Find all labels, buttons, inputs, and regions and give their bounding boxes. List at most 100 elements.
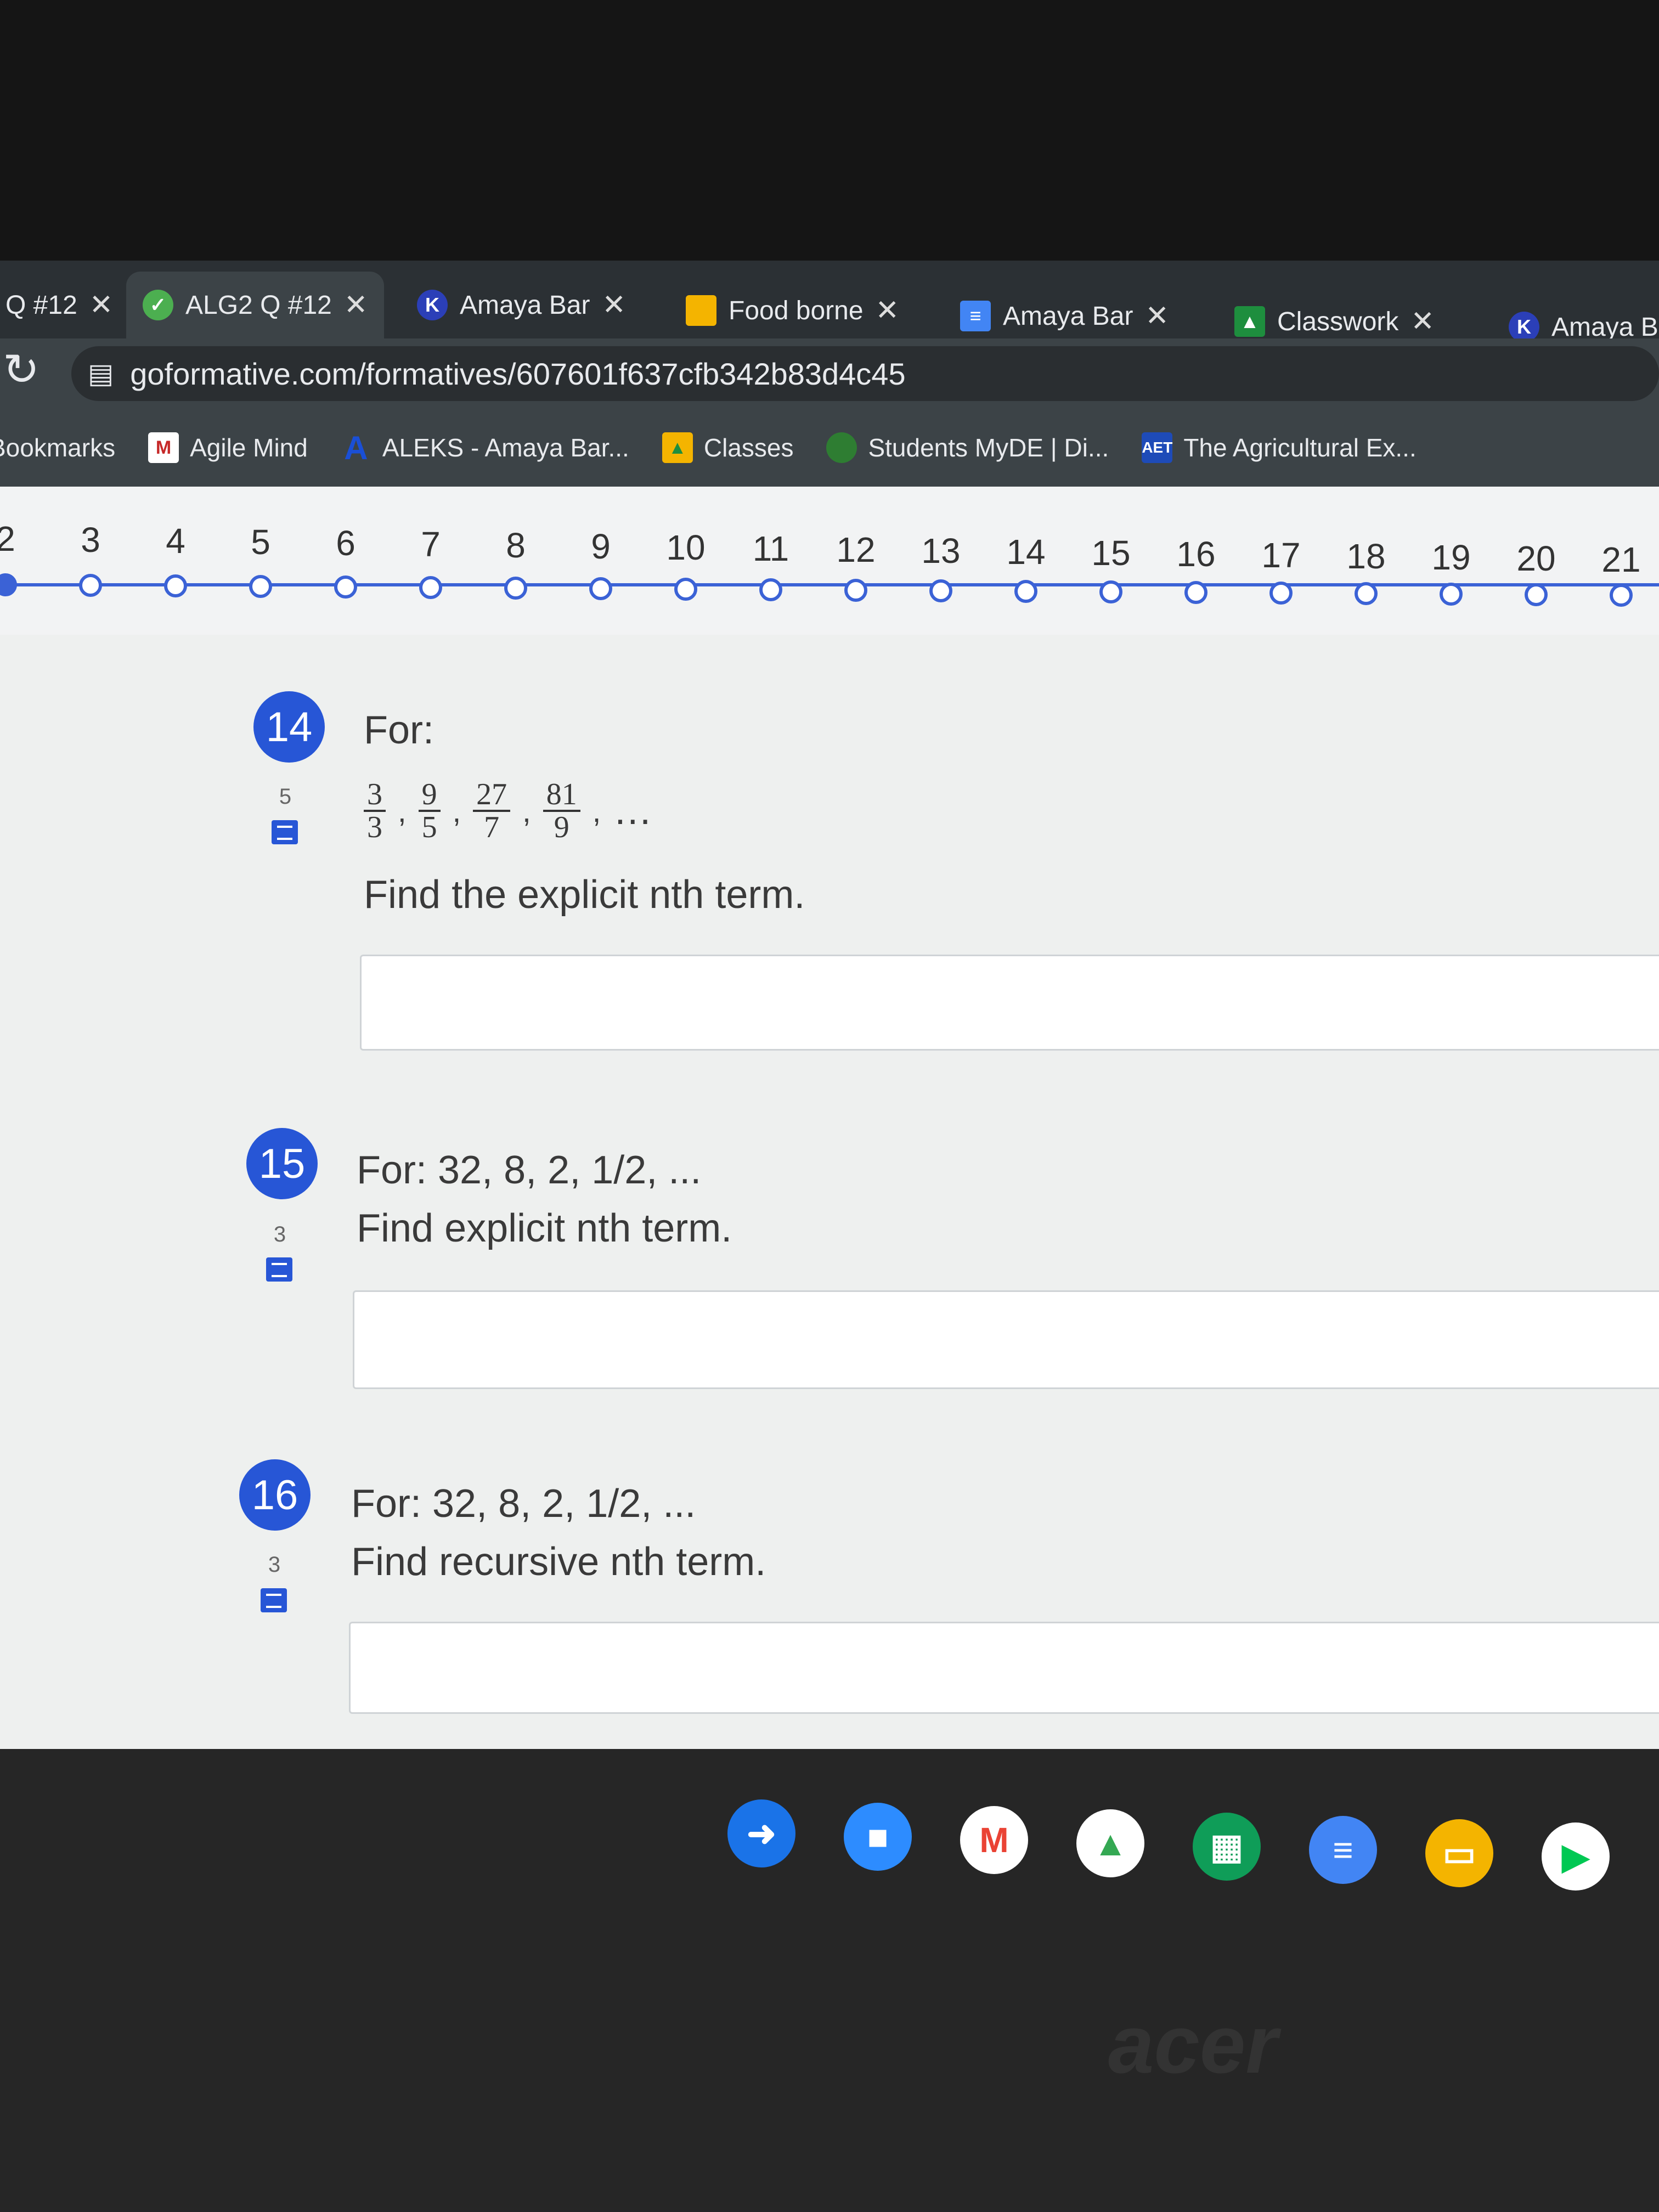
question-nav-dot[interactable] <box>249 575 272 598</box>
bookmark-item[interactable]: A ALEKS - Amaya Bar... <box>341 430 629 466</box>
tab-title: Amaya Bar <box>1003 301 1133 331</box>
zoom-icon[interactable]: ■ <box>844 1803 912 1871</box>
question-nav-dot[interactable] <box>1014 580 1037 603</box>
address-bar-row: ↻ ▤ goformative.com/formatives/607601f637… <box>0 338 1659 409</box>
denominator: 9 <box>554 810 569 844</box>
question-nav-number[interactable]: 7 <box>398 524 464 565</box>
question-nav-dot[interactable] <box>929 579 952 602</box>
question-number-badge[interactable]: 16 <box>239 1459 311 1531</box>
question-nav-dot[interactable] <box>1355 582 1378 605</box>
question-nav-dot[interactable] <box>1184 581 1207 604</box>
question-nav-number[interactable]: 20 <box>1503 538 1569 579</box>
close-icon[interactable]: ✕ <box>89 289 114 321</box>
tab-active[interactable]: ✓ ALG2 Q #12 ✕ <box>126 272 385 338</box>
k-icon: K <box>1509 312 1539 342</box>
question-instruction: Find the explicit nth term. <box>364 873 805 917</box>
gmail-icon[interactable]: M <box>960 1806 1028 1874</box>
bookmark-item[interactable]: M Agile Mind <box>148 432 308 463</box>
question-nav-dot[interactable] <box>759 578 782 601</box>
comment-icon[interactable] <box>272 820 298 844</box>
bookmark-item[interactable]: Students MyDE | Di... <box>826 432 1109 463</box>
points-label: 5 <box>279 785 292 809</box>
question-nav-number[interactable]: 5 <box>228 522 294 562</box>
tab[interactable]: Q #12 ✕ <box>0 272 129 338</box>
question-number-badge[interactable]: 15 <box>246 1128 318 1199</box>
question-number-badge[interactable]: 14 <box>253 691 325 763</box>
question-nav-dot[interactable] <box>1525 583 1548 606</box>
question-nav-number[interactable]: 10 <box>653 527 719 568</box>
question-nav-number[interactable]: 14 <box>993 532 1059 572</box>
question-nav-number[interactable]: 19 <box>1418 537 1484 578</box>
launcher-arrow-icon[interactable]: ➜ <box>727 1799 795 1867</box>
question-nav-dot[interactable] <box>334 575 357 599</box>
fraction: 27 7 <box>473 779 511 843</box>
url-field[interactable]: ▤ goformative.com/formatives/607601f637cf… <box>71 346 1659 401</box>
question-nav-dot[interactable] <box>1269 582 1293 605</box>
numerator: 3 <box>364 779 386 812</box>
sheets-icon[interactable]: ▦ <box>1193 1813 1261 1881</box>
question-nav-dot[interactable] <box>844 579 867 602</box>
denominator: 3 <box>367 810 382 844</box>
docs-icon[interactable]: ≡ <box>1309 1816 1377 1884</box>
question-nav-number[interactable]: 15 <box>1078 533 1144 573</box>
question-nav-number[interactable]: 13 <box>908 531 974 571</box>
bookmark-item[interactable]: ▲ Classes <box>662 432 794 463</box>
question-nav-number[interactable]: 9 <box>568 526 634 567</box>
question-nav-number[interactable]: 6 <box>313 523 379 563</box>
close-icon[interactable]: ✕ <box>876 294 900 327</box>
tab-title: Food borne <box>729 296 864 325</box>
acer-logo: acer <box>1108 1998 1278 2090</box>
question-nav-dot[interactable] <box>1610 584 1633 607</box>
question-nav-number[interactable]: 3 <box>58 520 123 560</box>
tab[interactable]: Food borne ✕ <box>669 277 916 344</box>
slides-icon[interactable]: ▭ <box>1425 1819 1493 1887</box>
tab[interactable]: K Amaya Bar ✕ <box>400 272 642 338</box>
numerator: 81 <box>543 779 580 812</box>
drive-icon[interactable]: ▲ <box>1076 1809 1144 1877</box>
site-info-icon[interactable]: ▤ <box>88 358 114 390</box>
question-nav-dot[interactable] <box>164 574 187 597</box>
tab-title: ALG2 Q #12 <box>185 290 332 320</box>
answer-input[interactable] <box>353 1290 1659 1389</box>
tab-title: Q #12 <box>5 290 77 320</box>
close-icon[interactable]: ✕ <box>602 289 626 321</box>
question-nav-number[interactable]: 8 <box>483 525 549 566</box>
question-nav-number[interactable]: 11 <box>738 528 804 569</box>
bookmark-item[interactable]: Bookmarks <box>0 433 115 462</box>
comment-icon[interactable] <box>261 1588 287 1612</box>
question-instruction: Find recursive nth term. <box>351 1540 766 1584</box>
fraction: 33 <box>364 779 386 843</box>
question-nav-number[interactable]: 18 <box>1333 536 1399 577</box>
question-prompt: For: 32, 8, 2, 1/2, ... <box>351 1482 696 1526</box>
comment-icon[interactable] <box>266 1257 292 1282</box>
question-instruction: Find explicit nth term. <box>357 1206 732 1250</box>
question-nav-dot[interactable] <box>589 577 612 600</box>
question-nav-dot[interactable] <box>504 577 527 600</box>
question-nav-number[interactable]: 21 <box>1588 539 1654 580</box>
question-nav-dot[interactable] <box>1440 583 1463 606</box>
question-nav-number[interactable]: 12 <box>823 529 889 570</box>
question-nav-number[interactable]: 17 <box>1248 535 1314 575</box>
answer-input[interactable] <box>349 1622 1659 1714</box>
numerator: 9 <box>418 779 441 812</box>
question-nav-number[interactable]: 16 <box>1163 534 1229 574</box>
question-nav-dot[interactable] <box>419 576 442 599</box>
bookmark-item[interactable]: AET The Agricultural Ex... <box>1142 432 1417 463</box>
question-nav-dot[interactable] <box>674 578 697 601</box>
play-store-icon[interactable]: ▶ <box>1542 1822 1610 1891</box>
bookmarks-bar: Bookmarks M Agile Mind A ALEKS - Amaya Bar… <box>0 409 1659 487</box>
question-nav-number[interactable]: 2 <box>0 518 38 559</box>
close-icon[interactable]: ✕ <box>1145 300 1169 332</box>
bookmark-label: Students MyDE | Di... <box>868 433 1109 462</box>
answer-input[interactable] <box>360 955 1659 1051</box>
bookmark-label: Classes <box>703 433 794 462</box>
reload-icon[interactable]: ↻ <box>3 344 40 395</box>
question-nav-dot[interactable] <box>79 574 102 597</box>
close-icon[interactable]: ✕ <box>344 289 368 321</box>
tab-title: Amaya B <box>1551 312 1658 342</box>
close-icon[interactable]: ✕ <box>1410 305 1435 338</box>
question-nav-number[interactable]: 4 <box>143 521 208 561</box>
url-text: goformative.com/formatives/607601f637cfb… <box>130 356 906 391</box>
question-nav-dot[interactable] <box>1099 580 1122 603</box>
bookmark-label: ALEKS - Amaya Bar... <box>382 433 629 462</box>
